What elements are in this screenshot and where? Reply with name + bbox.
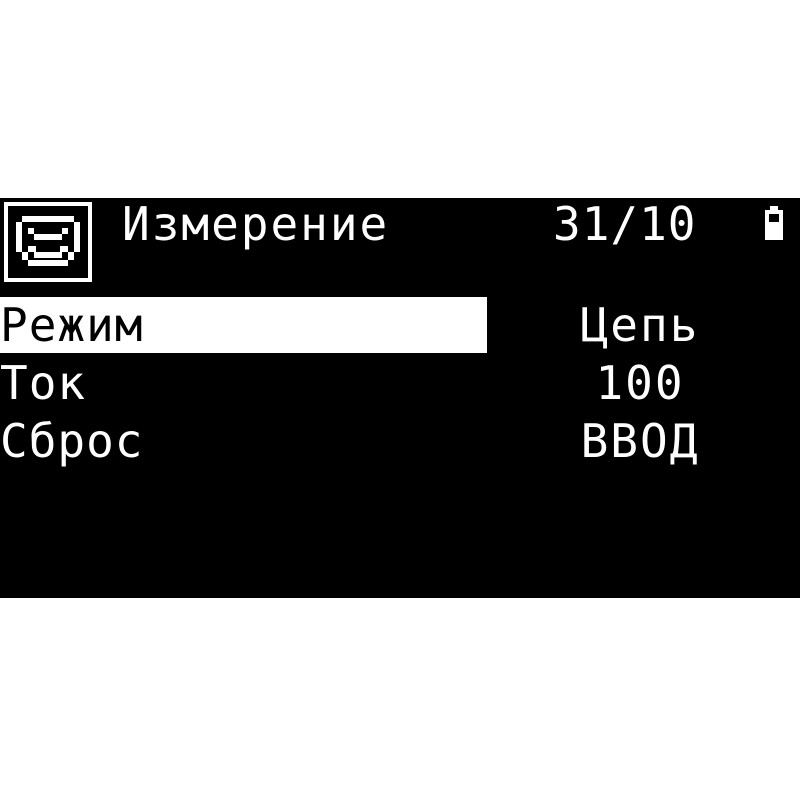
lcd-screen: Измерение 31/10 Режим Цепь Ток 100 Сброс…	[0, 198, 800, 598]
menu-value-mode: Цепь	[580, 298, 700, 352]
menu-item-current[interactable]: Ток	[0, 355, 86, 411]
menu-value-current: 100	[595, 356, 685, 410]
menu-item-mode[interactable]: Режим	[0, 297, 487, 353]
date-display: 31/10	[553, 198, 697, 251]
menu-item-reset[interactable]: Сброс	[0, 413, 143, 469]
screen-title: Измерение	[122, 198, 390, 251]
battery-icon	[763, 206, 785, 240]
menu-value-reset: ВВОД	[580, 414, 700, 468]
device-icon	[4, 202, 92, 282]
